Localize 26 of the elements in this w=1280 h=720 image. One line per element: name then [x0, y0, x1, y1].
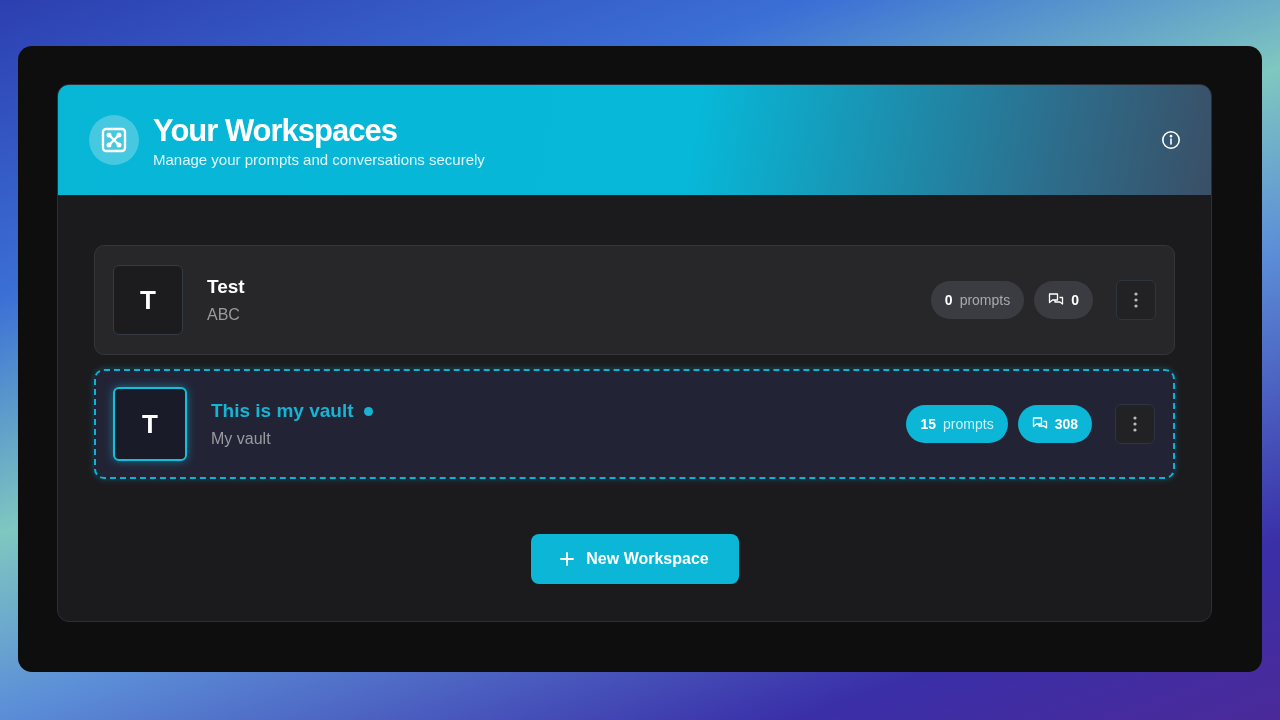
workspace-description: My vault	[211, 430, 272, 448]
workspace-name: Test	[207, 276, 245, 298]
prompts-count: 0	[944, 292, 953, 308]
prompts-label: prompts	[959, 292, 1011, 308]
workspace-name: This is my vault	[211, 400, 354, 422]
page-subtitle: Manage your prompts and conversations securely	[153, 150, 486, 168]
vault-icon	[89, 115, 139, 165]
chat-bubbles-icon	[1048, 292, 1065, 308]
active-dot	[363, 406, 373, 416]
workspace-avatar: T	[113, 265, 183, 335]
chat-bubbles-icon	[1031, 416, 1048, 432]
conversations-count: 0	[1071, 292, 1079, 308]
workspace-card[interactable]: T Test ABC 0 prompts 0	[94, 245, 1175, 355]
workspace-card[interactable]: T This is my vault My vault 15 prompts 308	[94, 369, 1175, 479]
workspace-description: ABC	[207, 306, 241, 324]
more-options-button[interactable]	[1115, 404, 1155, 444]
kebab-icon	[1134, 292, 1138, 308]
kebab-icon	[1133, 416, 1137, 432]
prompts-count: 15	[920, 416, 937, 432]
plus-icon	[560, 552, 575, 566]
more-options-button[interactable]	[1116, 280, 1156, 320]
workspace-avatar: T	[113, 387, 187, 461]
info-icon[interactable]	[1161, 130, 1181, 150]
prompts-label: prompts	[943, 416, 994, 432]
conversations-count: 308	[1054, 416, 1078, 432]
page-title: Your Workspaces	[153, 112, 398, 149]
